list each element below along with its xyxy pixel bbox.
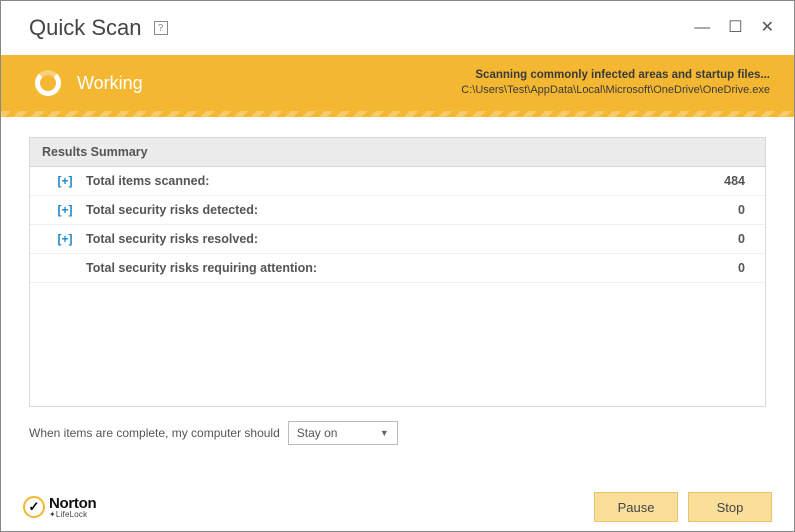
expand-icon[interactable]: [+] [44,174,86,188]
pause-button[interactable]: Pause [594,492,678,522]
row-value: 0 [738,203,745,217]
completion-selected: Stay on [297,426,338,440]
row-value: 0 [738,232,745,246]
close-icon[interactable]: ✕ [761,20,774,36]
status-right: Scanning commonly infected areas and sta… [461,67,770,100]
chevron-down-icon: ▼ [380,428,389,438]
footer: ✓ Norton ✦LifeLock Pause Stop [1,483,794,531]
row-label: Total security risks detected: [86,203,738,217]
status-path: C:\Users\Test\AppData\Local\Microsoft\On… [461,83,770,99]
brand-name: Norton [49,496,96,511]
table-row: [+] Total security risks resolved: 0 [30,225,765,254]
status-label: Working [77,73,143,94]
completion-row: When items are complete, my computer sho… [1,407,794,445]
window-title-group: Quick Scan ? [29,15,168,41]
window-controls: — ☐ ✕ [694,20,774,36]
content: Results Summary [+] Total items scanned:… [1,111,794,407]
brand-sub: ✦LifeLock [49,511,96,519]
expand-icon[interactable]: [+] [44,203,86,217]
spinner-icon [35,70,61,96]
expand-icon[interactable]: [+] [44,232,86,246]
minimize-icon[interactable]: — [694,20,710,36]
check-icon: ✓ [23,496,45,518]
results-summary: Results Summary [+] Total items scanned:… [29,137,766,407]
row-value: 484 [724,174,745,188]
table-row: [+] Total items scanned: 484 [30,167,765,196]
maximize-icon[interactable]: ☐ [728,20,742,36]
status-bar: Working Scanning commonly infected areas… [1,55,794,111]
table-row: Total security risks requiring attention… [30,254,765,283]
row-label: Total security risks resolved: [86,232,738,246]
table-row: [+] Total security risks detected: 0 [30,196,765,225]
status-left: Working [35,70,143,96]
footer-buttons: Pause Stop [594,492,772,522]
window-title: Quick Scan [29,15,142,41]
status-heading: Scanning commonly infected areas and sta… [461,67,770,84]
norton-logo: ✓ Norton ✦LifeLock [23,496,96,519]
logo-text: Norton ✦LifeLock [49,496,96,519]
results-header: Results Summary [30,138,765,167]
row-label: Total security risks requiring attention… [86,261,738,275]
completion-label: When items are complete, my computer sho… [29,426,280,440]
stop-button[interactable]: Stop [688,492,772,522]
help-icon[interactable]: ? [154,21,168,35]
completion-select[interactable]: Stay on ▼ [288,421,398,445]
titlebar: Quick Scan ? — ☐ ✕ [1,1,794,55]
row-value: 0 [738,261,745,275]
row-label: Total items scanned: [86,174,724,188]
